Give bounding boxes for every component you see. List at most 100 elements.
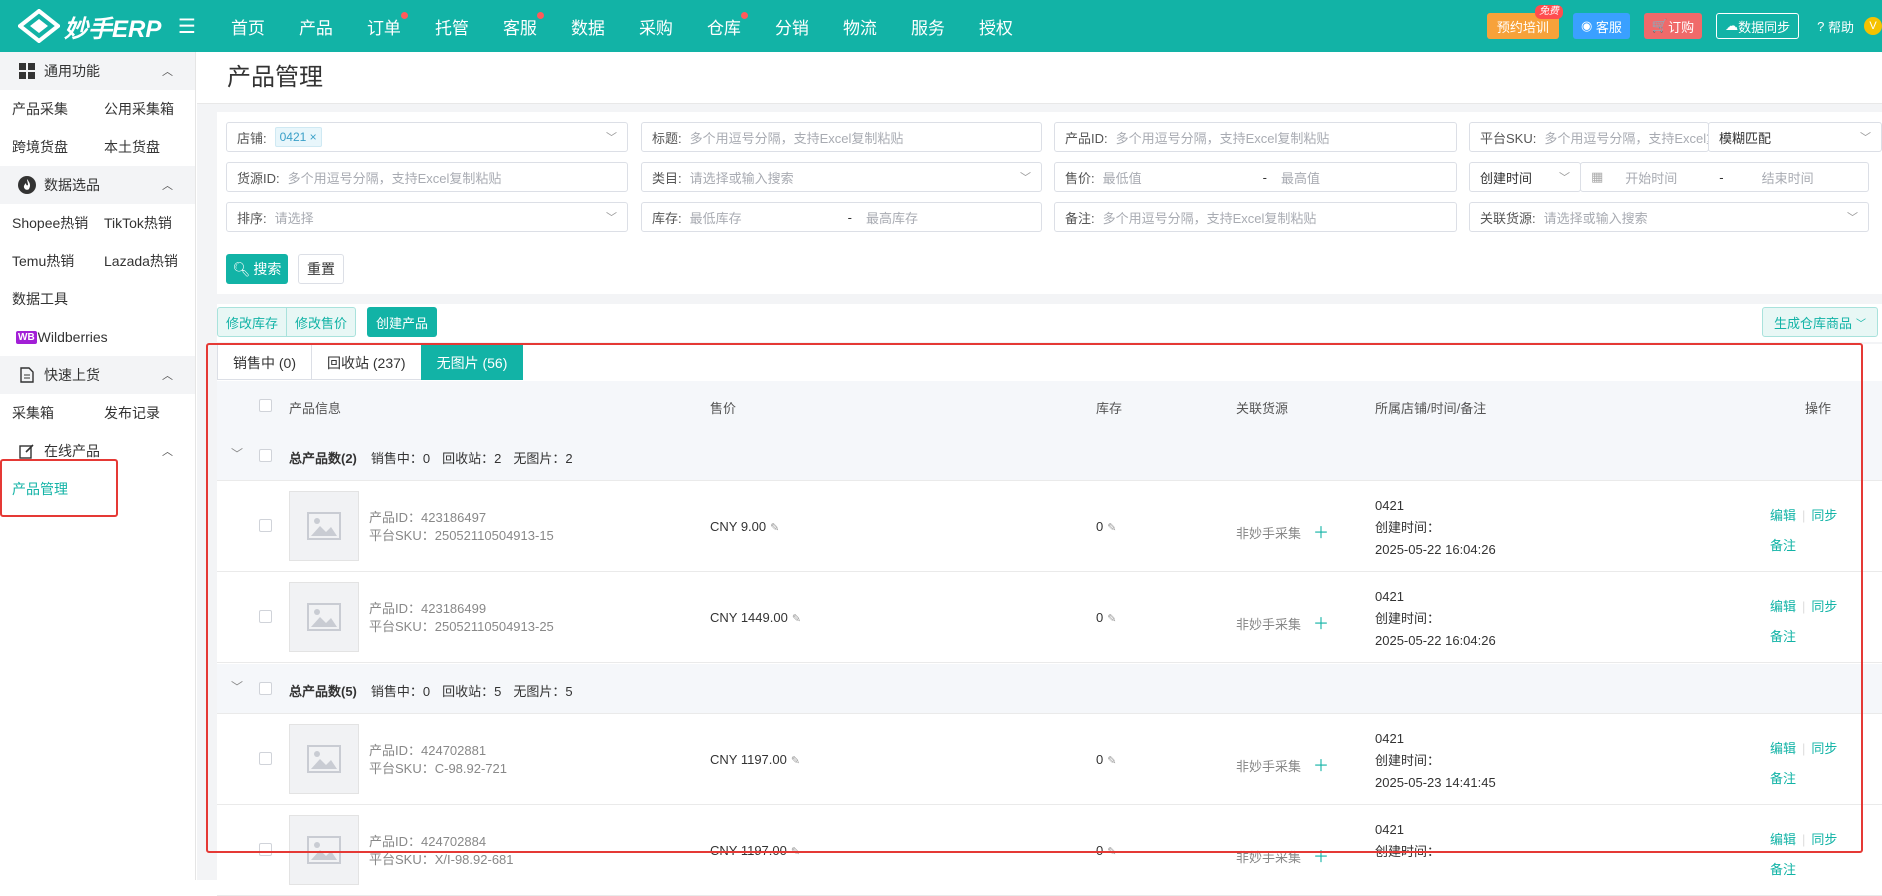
avatar[interactable]: V	[1864, 17, 1882, 35]
shop-label: 店铺:	[237, 130, 267, 146]
source-id-input[interactable]: 货源ID: 多个用逗号分隔，支持Excel复制粘贴	[226, 162, 628, 192]
nav-hosting[interactable]: 托管	[435, 14, 469, 39]
sidebar-item-lazada[interactable]: Lazada热销	[104, 242, 200, 280]
time-type-select[interactable]: 创建时间 ﹀	[1469, 162, 1581, 192]
subscribe-button[interactable]: 🛒 订购	[1643, 13, 1703, 39]
platform-sku-input[interactable]: 平台SKU: 多个用逗号分隔，支持Excel复制粘贴	[1469, 122, 1709, 152]
stock-min[interactable]: 最低库存	[690, 208, 848, 227]
filter-panel: 店铺: 0421 × ﹀ 标题: 多个用逗号分隔，支持Excel复制粘贴 产品I…	[217, 112, 1882, 294]
sku-label: 平台SKU:	[1480, 130, 1537, 146]
chevron-down-icon: ﹀	[606, 132, 617, 144]
search-button[interactable]: 🔍︎ 搜索	[226, 254, 288, 284]
close-icon[interactable]: ×	[310, 130, 317, 144]
section-title: 通用功能	[44, 63, 100, 79]
shop-tag-label: 0421	[279, 130, 307, 144]
sidebar-item-tiktok[interactable]: TikTok热销	[104, 204, 200, 242]
chevron-down-icon: ﹀	[1020, 172, 1031, 184]
top-right-actions: 预约培训 免费 ◉ 客服 🛒 订购 ☁ 数据同步 ? 帮助 V	[1473, 0, 1882, 52]
generate-warehouse-button[interactable]: 生成仓库商品 ﹀	[1762, 307, 1878, 337]
nav-distribution[interactable]: 分销	[775, 14, 809, 39]
kefu-label: 客服	[1595, 19, 1622, 35]
start-date[interactable]: 开始时间	[1625, 168, 1719, 187]
nav-license[interactable]: 授权	[979, 14, 1013, 39]
help-button[interactable]: ? 帮助	[1813, 13, 1858, 39]
nav-service[interactable]: 客服	[503, 11, 544, 39]
nav-warehouse[interactable]: 仓库	[707, 11, 748, 39]
product-id-input[interactable]: 产品ID: 多个用逗号分隔，支持Excel复制粘贴	[1054, 122, 1457, 152]
sidebar-item-collect[interactable]: 产品采集	[12, 90, 104, 128]
linked-source-select[interactable]: 关联货源: 请选择或输入搜索 ﹀	[1469, 202, 1869, 232]
src-label: 货源ID:	[237, 170, 280, 186]
remark-link[interactable]: 备注	[1770, 855, 1837, 885]
edit-stock-button[interactable]: 修改库存	[217, 307, 287, 337]
sort-label: 排序:	[237, 210, 267, 226]
sidebar-item-data-tool[interactable]: 数据工具	[0, 280, 195, 318]
section-title: 在线产品	[44, 443, 100, 459]
linked-label: 关联货源:	[1480, 210, 1536, 226]
price-range-input[interactable]: 售价: 最低值 - 最高值	[1054, 162, 1457, 192]
reset-button[interactable]: 重置	[298, 254, 344, 284]
category-select[interactable]: 类目: 请选择或输入搜索 ﹀	[641, 162, 1042, 192]
cat-label: 类目:	[652, 170, 682, 186]
nav-order-label: 订单	[366, 18, 401, 38]
training-button[interactable]: 预约培训 免费	[1486, 5, 1563, 39]
nav-data[interactable]: 数据	[571, 14, 605, 39]
remark-input[interactable]: 备注: 多个用逗号分隔，支持Excel复制粘贴	[1054, 202, 1457, 232]
sidebar-item-shopee[interactable]: Shopee热销	[12, 204, 104, 242]
remark-placeholder: 多个用逗号分隔，支持Excel复制粘贴	[1102, 210, 1317, 226]
time-type-value: 创建时间	[1480, 170, 1533, 186]
page-title: 产品管理	[197, 52, 1882, 104]
sort-placeholder: 请选择	[274, 210, 314, 226]
sidebar-section-quick[interactable]: 快速上货 ︿	[0, 356, 195, 394]
nav-order[interactable]: 订单	[366, 11, 408, 39]
stock-label: 库存:	[652, 210, 682, 226]
end-date[interactable]: 结束时间	[1762, 168, 1814, 187]
stock-max[interactable]: 最高库存	[866, 208, 918, 227]
nav-services[interactable]: 服务	[911, 14, 945, 39]
sidebar-item-publish-log[interactable]: 发布记录	[104, 394, 200, 432]
match-mode-select[interactable]: 模糊匹配 ﹀	[1708, 122, 1882, 152]
order-label: 订购	[1668, 19, 1695, 35]
menu-toggle-icon[interactable]: ☰	[178, 14, 196, 39]
customer-service-button[interactable]: ◉ 客服	[1572, 13, 1630, 39]
nav-home[interactable]: 首页	[231, 14, 265, 39]
headset-icon: ◉	[1580, 18, 1596, 33]
nav-logistics[interactable]: 物流	[843, 14, 877, 39]
logo[interactable]: 妙手ERP	[18, 9, 168, 44]
chevron-down-icon: ﹀	[1860, 132, 1871, 144]
price-label: 售价:	[1065, 170, 1095, 186]
stock-range-input[interactable]: 库存: 最低库存 - 最高库存	[641, 202, 1042, 232]
data-sync-button[interactable]: ☁ 数据同步	[1716, 13, 1800, 39]
highlight-box-table	[206, 343, 1863, 853]
flame-icon	[18, 176, 36, 194]
shop-tag[interactable]: 0421 ×	[274, 127, 322, 147]
shop-select[interactable]: 店铺: 0421 × ﹀	[226, 122, 628, 152]
sidebar-section-data[interactable]: 数据选品 ︿	[0, 166, 195, 204]
chevron-down-icon: ﹀	[1856, 318, 1866, 330]
chevron-down-icon: ﹀	[606, 212, 617, 224]
gen-label: 生成仓库商品	[1773, 315, 1852, 331]
cat-placeholder: 请选择或输入搜索	[689, 170, 794, 186]
sidebar-item-public-box[interactable]: 公用采集箱	[104, 90, 200, 128]
search-icon: 🔍︎	[232, 260, 251, 277]
training-label: 预约培训	[1496, 19, 1549, 35]
sidebar-item-wildberries[interactable]: WB Wildberries	[0, 318, 195, 356]
sidebar-item-temu[interactable]: Temu热销	[12, 242, 104, 280]
sidebar-item-local[interactable]: 本土货盘	[104, 128, 200, 166]
price-max[interactable]: 最高值	[1281, 168, 1320, 187]
sidebar-item-collect-box[interactable]: 采集箱	[12, 394, 104, 432]
price-min[interactable]: 最低值	[1103, 168, 1263, 187]
create-product-button[interactable]: 创建产品	[367, 307, 437, 337]
edit-icon	[18, 442, 36, 460]
src-placeholder: 多个用逗号分隔，支持Excel复制粘贴	[287, 170, 502, 186]
sidebar-item-crossborder[interactable]: 跨境货盘	[12, 128, 104, 166]
sidebar-section-common[interactable]: 通用功能 ︿	[0, 52, 195, 90]
nav-product[interactable]: 产品	[299, 14, 333, 39]
edit-price-button[interactable]: 修改售价	[286, 307, 356, 337]
cloud-icon: ☁	[1725, 18, 1739, 33]
nav-purchase[interactable]: 采购	[639, 14, 673, 39]
sort-select[interactable]: 排序: 请选择 ﹀	[226, 202, 628, 232]
title-input[interactable]: 标题: 多个用逗号分隔，支持Excel复制粘贴	[641, 122, 1042, 152]
pid-label: 产品ID:	[1065, 130, 1108, 146]
date-range-picker[interactable]: ▦ 开始时间 - 结束时间	[1580, 162, 1869, 192]
